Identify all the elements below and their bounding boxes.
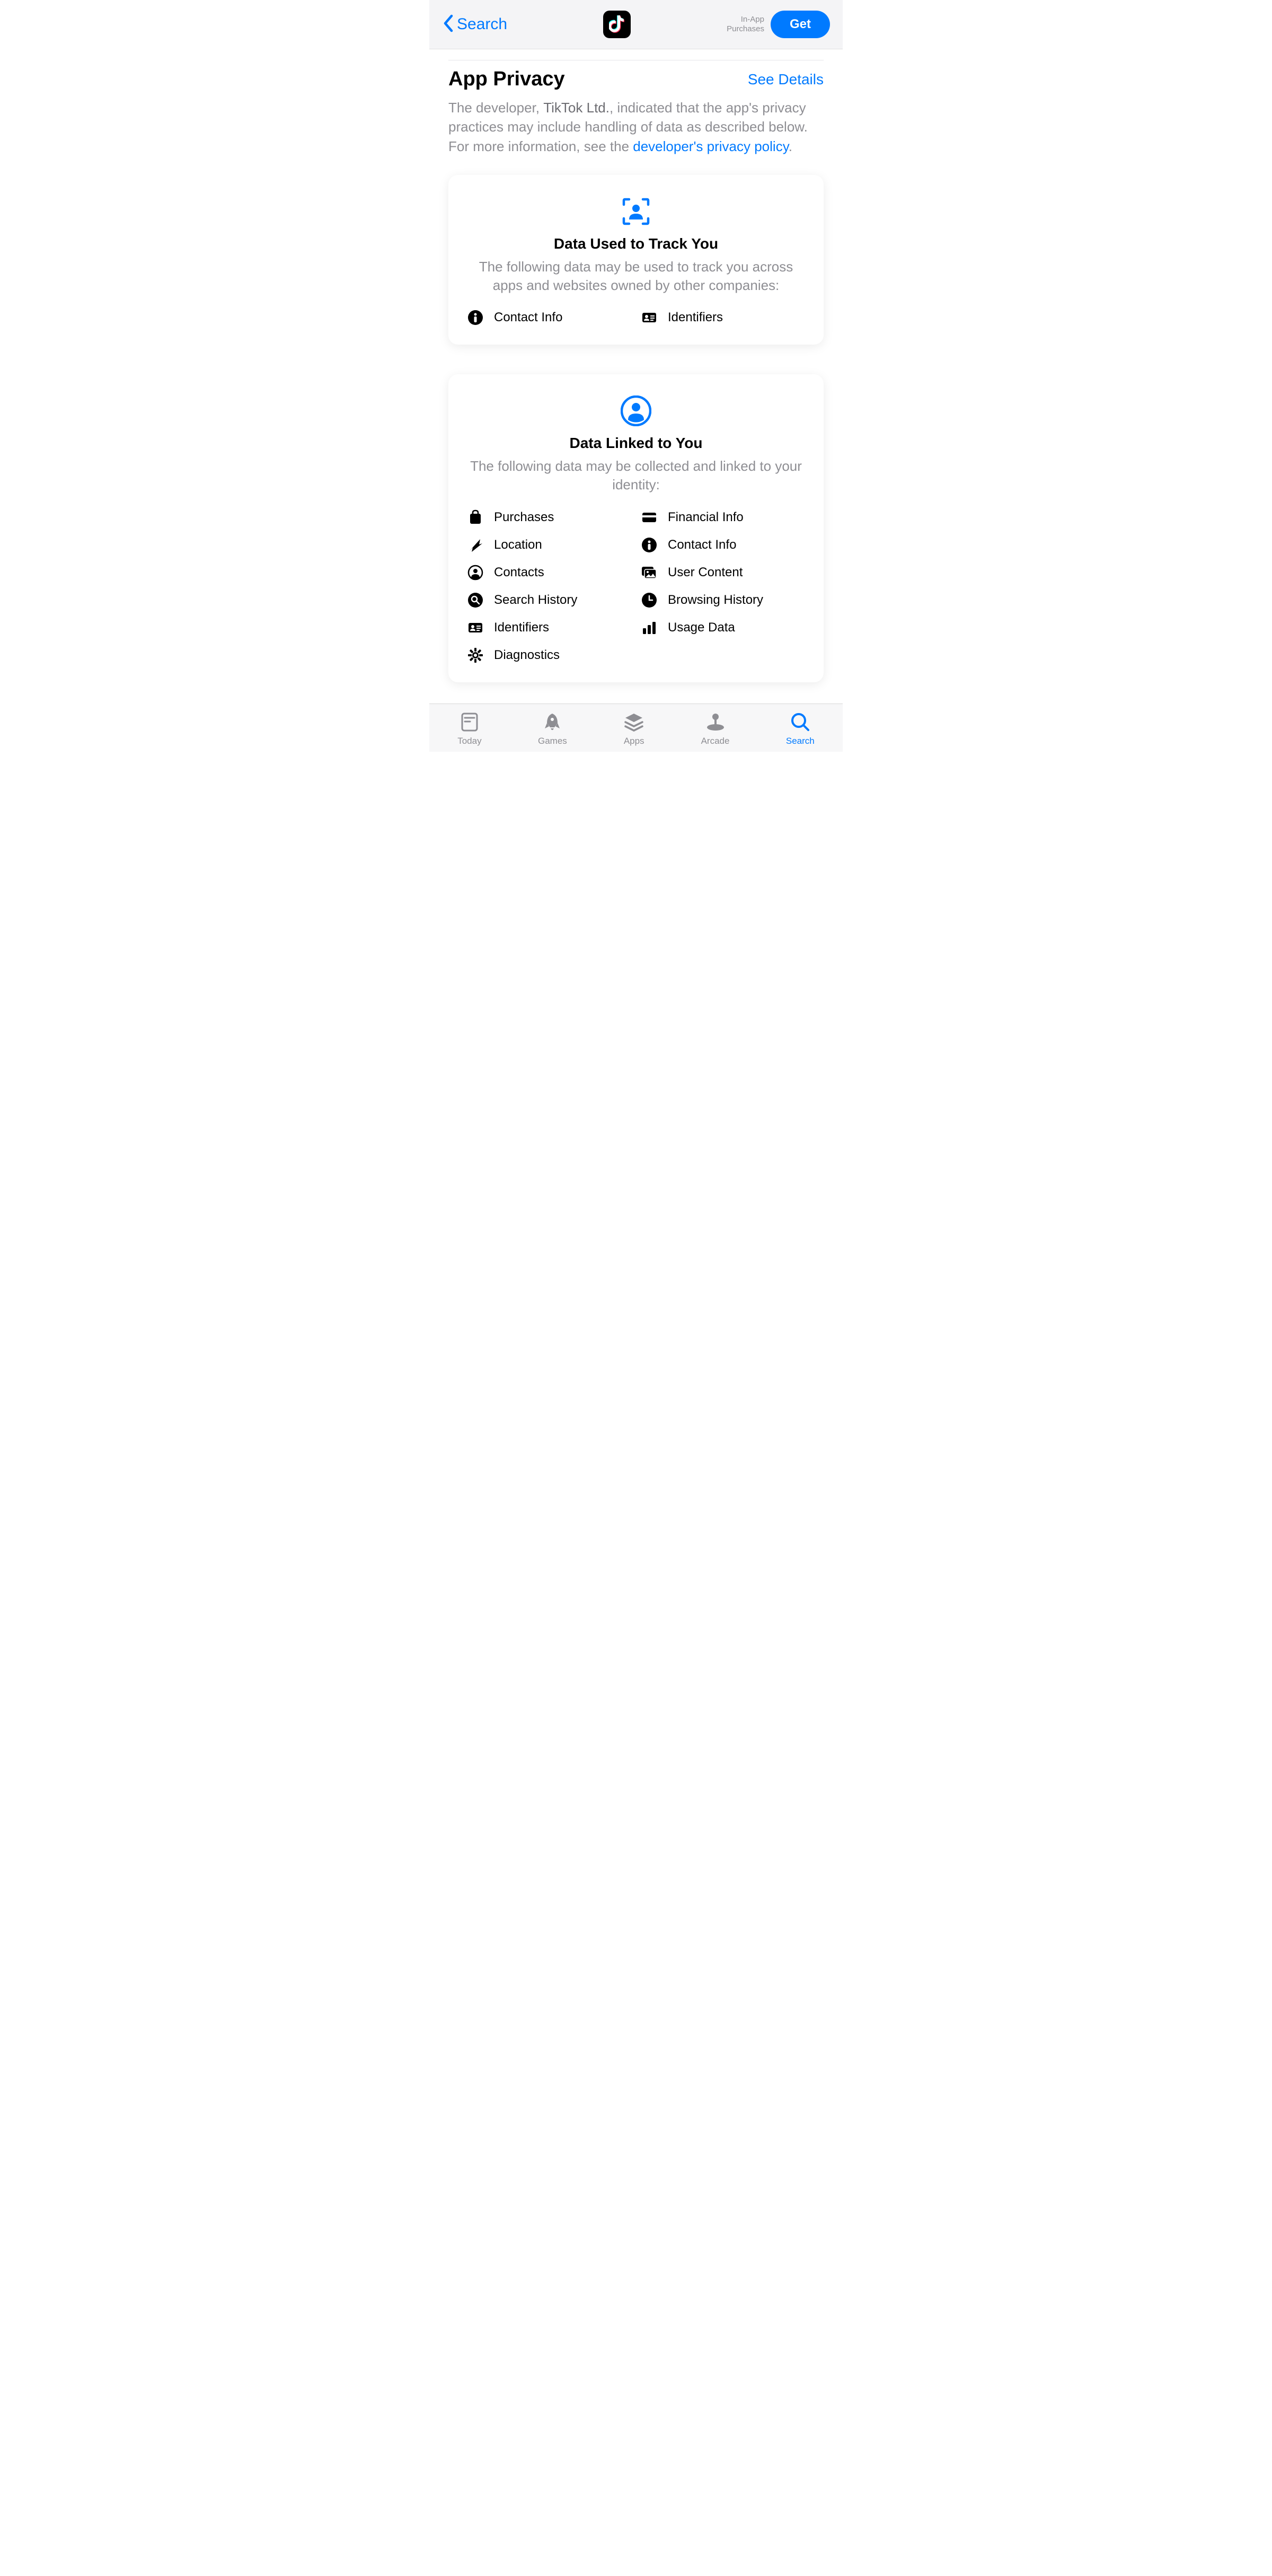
back-button[interactable]: Search: [442, 14, 507, 36]
linked-card: Data Linked to You The following data ma…: [448, 374, 824, 682]
data-label: User Content: [668, 565, 743, 580]
track-desc: The following data may be used to track …: [467, 258, 805, 295]
card-icon: [641, 509, 657, 525]
tab-label: Apps: [624, 736, 644, 746]
desc-text: .: [789, 138, 792, 154]
data-label: Financial Info: [668, 510, 744, 525]
track-icon: [467, 196, 805, 227]
id-icon: [467, 620, 483, 636]
photo-icon: [641, 565, 657, 581]
data-item: Diagnostics: [467, 647, 631, 663]
tiktok-icon: [609, 15, 625, 33]
data-item: Contact Info: [467, 310, 631, 326]
data-item: Identifiers: [467, 620, 631, 636]
tab-search[interactable]: Search: [786, 711, 815, 746]
data-label: Location: [494, 538, 542, 552]
back-label: Search: [457, 15, 507, 33]
person-circle-icon: [467, 565, 483, 581]
data-label: Search History: [494, 593, 577, 608]
data-item: Search History: [467, 592, 631, 608]
linked-title: Data Linked to You: [467, 435, 805, 452]
data-item: Purchases: [467, 509, 631, 525]
privacy-policy-link[interactable]: developer's privacy policy: [633, 138, 789, 154]
data-item: Identifiers: [641, 310, 805, 326]
page-title: App Privacy: [448, 68, 565, 91]
data-label: Contact Info: [668, 538, 736, 552]
data-label: Identifiers: [494, 620, 549, 635]
tab-apps[interactable]: Apps: [623, 711, 644, 746]
privacy-description: The developer, TikTok Ltd., indicated th…: [448, 98, 824, 156]
nav-header: Search In-App Purchases Get: [429, 0, 843, 49]
tab-arcade[interactable]: Arcade: [701, 711, 730, 746]
chart-icon: [641, 620, 657, 636]
header-right: In-App Purchases Get: [727, 11, 830, 38]
tab-label: Arcade: [701, 736, 730, 746]
data-label: Identifiers: [668, 310, 723, 325]
data-item: Browsing History: [641, 592, 805, 608]
track-card: Data Used to Track You The following dat…: [448, 175, 824, 345]
tab-games[interactable]: Games: [538, 711, 567, 746]
data-item: Financial Info: [641, 509, 805, 525]
tab-label: Games: [538, 736, 567, 746]
get-button[interactable]: Get: [771, 11, 830, 38]
data-label: Usage Data: [668, 620, 735, 635]
track-title: Data Used to Track You: [467, 235, 805, 252]
data-label: Contacts: [494, 565, 544, 580]
linked-icon: [467, 395, 805, 426]
tab-label: Today: [457, 736, 481, 746]
data-item: Usage Data: [641, 620, 805, 636]
iap-label: In-App Purchases: [727, 15, 764, 34]
tab-today[interactable]: Today: [457, 711, 481, 746]
today-icon: [459, 711, 480, 733]
data-label: Browsing History: [668, 593, 763, 608]
chevron-left-icon: [442, 14, 455, 36]
info-icon: [641, 537, 657, 553]
linked-desc: The following data may be collected and …: [467, 457, 805, 494]
rocket-icon: [542, 711, 563, 733]
app-icon[interactable]: [603, 11, 631, 38]
data-item: User Content: [641, 565, 805, 581]
data-label: Purchases: [494, 510, 554, 525]
bag-icon: [467, 509, 483, 525]
search-circle-icon: [467, 592, 483, 608]
tab-bar: Today Games Apps Arcade Search: [429, 704, 843, 752]
id-icon: [641, 310, 657, 326]
see-details-link[interactable]: See Details: [748, 71, 824, 88]
developer-name: TikTok Ltd.: [543, 100, 610, 116]
data-item: Contacts: [467, 565, 631, 581]
stack-icon: [623, 711, 644, 733]
data-item: Contact Info: [641, 537, 805, 553]
tab-label: Search: [786, 736, 815, 746]
info-icon: [467, 310, 483, 326]
clock-icon: [641, 592, 657, 608]
data-label: Contact Info: [494, 310, 562, 325]
gear-icon: [467, 647, 483, 663]
arrow-icon: [467, 537, 483, 553]
arcade-icon: [705, 711, 726, 733]
desc-text: The developer,: [448, 100, 543, 116]
data-label: Diagnostics: [494, 648, 560, 663]
data-item: Location: [467, 537, 631, 553]
search-icon: [790, 711, 811, 733]
